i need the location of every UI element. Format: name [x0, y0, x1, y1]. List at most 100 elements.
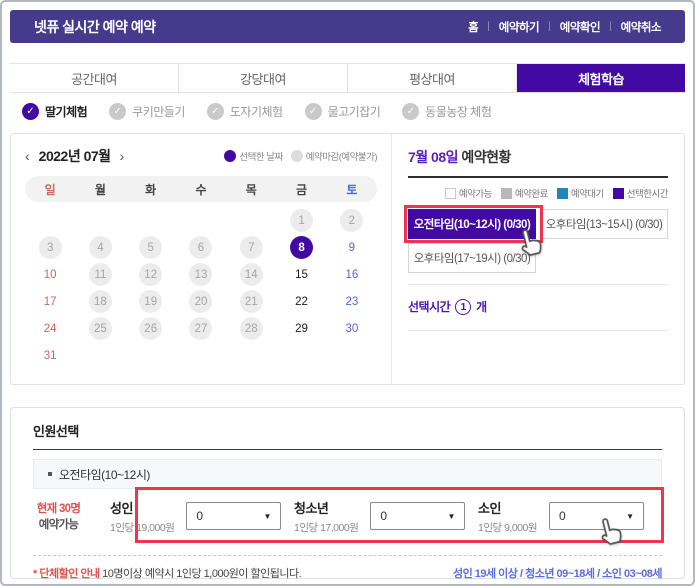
adult-count-select[interactable]: 0 ▼ — [186, 502, 282, 530]
calendar-day-number: 29 — [295, 322, 308, 335]
calendar-day — [75, 342, 125, 369]
time-slot-afternoon-1[interactable]: 오후타임(13~15시) (0/30) — [540, 209, 668, 239]
weekday-label: 금 — [296, 182, 308, 197]
status-date: 7월 08일 — [408, 149, 459, 165]
next-month-button[interactable]: › — [120, 149, 125, 163]
tab-hall-rental[interactable]: 강당대여 — [179, 64, 348, 92]
nav-reserve[interactable]: 예약하기 — [499, 19, 540, 35]
weekday-label: 화 — [145, 182, 157, 197]
selected-square-icon — [612, 187, 624, 199]
option-strawberry[interactable]: ✓ 딸기체험 — [22, 102, 88, 120]
tab-space-rental[interactable]: 공간대여 — [10, 64, 179, 92]
calendar-day: 28 — [226, 315, 276, 342]
nav-separator: | — [609, 21, 612, 32]
check-icon: ✓ — [22, 102, 39, 120]
calendar-day-number: 8 — [290, 236, 314, 259]
calendar-day[interactable]: 22 — [276, 288, 326, 315]
prev-month-button[interactable]: ‹ — [25, 149, 30, 163]
option-farm[interactable]: ✓ 동물농장 체험 — [402, 102, 492, 120]
tab-bench-rental[interactable]: 평상대여 — [348, 64, 517, 92]
selected-slot-box: 오전타임(10~12시) — [33, 459, 662, 489]
legend-label: 예약대기 — [570, 189, 604, 200]
calendar-day-number: 7 — [239, 236, 263, 259]
calendar-day-number: 23 — [345, 295, 359, 308]
person-footer: * 단체할인 안내 10명이상 예약시 1인당 1,000원이 할인됩니다. 성… — [33, 565, 663, 581]
calendar-day[interactable]: 10 — [25, 261, 75, 288]
check-icon: ✓ — [206, 102, 224, 120]
nav-confirm[interactable]: 예약확인 — [560, 19, 601, 35]
legend-label: 예약가능 — [458, 189, 492, 200]
calendar-legend: 선택한 날짜 예약마감(예약불가) — [224, 149, 378, 163]
option-label: 도자기체험 — [229, 104, 283, 119]
calendar-day-number: 19 — [139, 290, 163, 313]
calendar: ‹ 2022년 07월 › 선택한 날짜 예약마감(예약불가) 일 월 화 수 … — [11, 134, 392, 384]
check-icon: ✓ — [109, 102, 127, 120]
weekday-label: 토 — [346, 182, 358, 197]
calendar-day — [176, 342, 226, 369]
calendar-day-number: 14 — [239, 263, 263, 286]
calendar-day[interactable]: 17 — [25, 288, 75, 315]
calendar-day-number: 5 — [139, 236, 163, 259]
calendar-day: 19 — [126, 288, 176, 315]
teen-count-select[interactable]: 0 ▼ — [370, 502, 466, 530]
calendar-day-number: 20 — [189, 290, 213, 313]
calendar-day-number: 9 — [348, 241, 356, 254]
option-pottery[interactable]: ✓ 도자기체험 — [206, 102, 283, 120]
calendar-day[interactable]: 9 — [327, 234, 377, 261]
calendar-day: 4 — [75, 234, 125, 261]
check-icon: ✓ — [304, 102, 322, 120]
legend-selected-date: 선택한 날짜 — [224, 149, 283, 163]
option-label: 쿠키만들기 — [132, 104, 185, 119]
calendar-day: 5 — [126, 234, 176, 261]
teen-label: 청소년 1인당 17,000원 — [294, 498, 359, 535]
tab-experience[interactable]: 체험학습 — [517, 64, 685, 92]
calendar-day: 25 — [75, 315, 125, 342]
calendar-day[interactable]: 23 — [327, 288, 377, 315]
discount-note-title: * 단체할인 안내 — [33, 568, 100, 580]
calendar-day-number: 6 — [189, 236, 213, 259]
calendar-day — [226, 342, 276, 369]
available-square-icon — [444, 187, 456, 199]
calendar-day: 14 — [226, 261, 276, 288]
calendar-header: ‹ 2022년 07월 › 선택한 날짜 예약마감(예약불가) — [25, 143, 378, 169]
nav-cancel[interactable]: 예약취소 — [621, 19, 662, 35]
calendar-day[interactable]: 31 — [25, 342, 75, 369]
availability-count: 현재 30명 — [36, 503, 81, 515]
divider — [408, 330, 668, 331]
status-title-text: 예약현황 — [458, 149, 511, 165]
calendar-day[interactable]: 30 — [327, 315, 377, 342]
calendar-day: 27 — [176, 315, 226, 342]
select-value: 0 — [196, 509, 204, 523]
calendar-day-selected[interactable]: 8 — [276, 234, 326, 261]
calendar-day: 21 — [226, 288, 276, 315]
calendar-day-number: 17 — [43, 295, 57, 308]
divider — [33, 449, 662, 450]
chevron-down-icon: ▼ — [447, 511, 456, 521]
calendar-day: 12 — [126, 261, 176, 288]
option-cookie[interactable]: ✓ 쿠키만들기 — [109, 102, 185, 120]
calendar-day[interactable]: 15 — [276, 261, 326, 288]
status-title: 7월 08일 예약현황 — [408, 143, 668, 178]
selected-time-count: 1 — [455, 298, 472, 315]
legend-selected-time: 선택한시간 — [612, 186, 669, 200]
bullet-icon — [48, 472, 52, 476]
calendar-day-number: 1 — [290, 209, 314, 232]
option-fishing[interactable]: ✓ 물고기잡기 — [304, 102, 381, 120]
group-price: 1인당 19,000원 — [110, 521, 175, 534]
calendar-day-number: 16 — [345, 268, 359, 281]
booking-main: ‹ 2022년 07월 › 선택한 날짜 예약마감(예약불가) 일 월 화 수 … — [10, 133, 685, 385]
weekday-label: 수 — [195, 182, 207, 197]
calendar-day-number: 28 — [239, 317, 263, 340]
dashed-divider — [33, 555, 662, 556]
calendar-day[interactable]: 24 — [25, 315, 75, 342]
calendar-day — [126, 342, 176, 369]
calendar-day[interactable]: 16 — [327, 261, 377, 288]
weekday-header: 일 월 화 수 목 금 토 — [25, 176, 377, 202]
calendar-day-number: 31 — [43, 349, 57, 362]
calendar-day[interactable]: 29 — [276, 315, 326, 342]
nav-home[interactable]: 홈 — [468, 19, 479, 35]
person-selection-section: 인원선택 오전타임(10~12시) 현재 30명 예약가능 성인 1인당 19,… — [10, 407, 685, 581]
calendar-day-number: 13 — [189, 263, 213, 286]
adult-label: 성인 1인당 19,000원 — [110, 498, 175, 535]
calendar-day-number: 25 — [88, 317, 112, 340]
